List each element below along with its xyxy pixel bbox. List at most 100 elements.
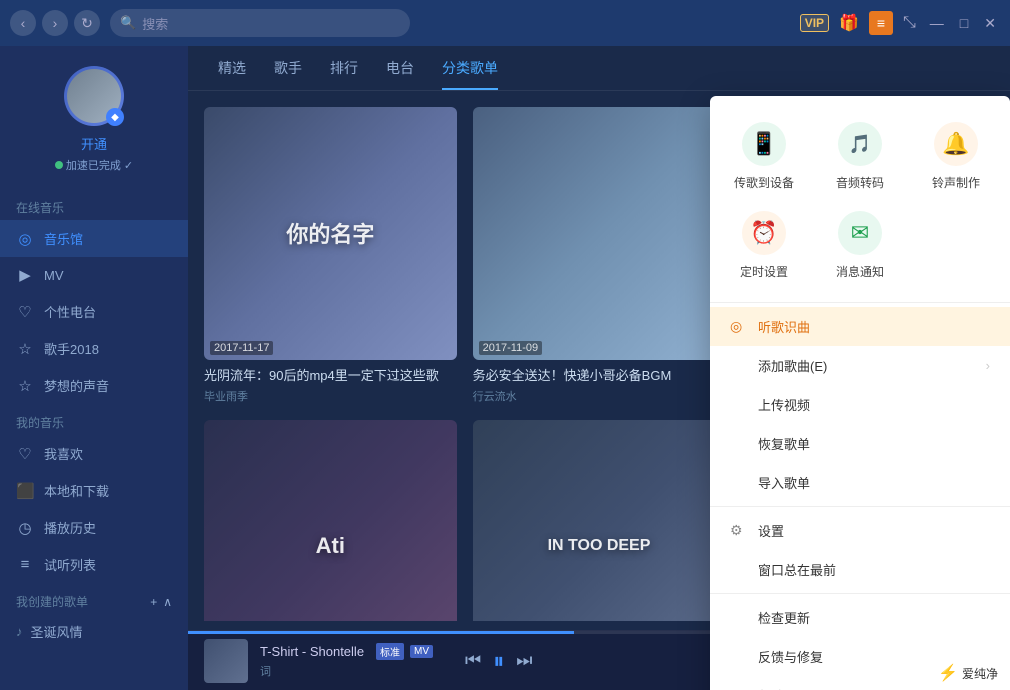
nav-forward[interactable]: ›	[42, 10, 68, 36]
sidebar-item-local-download[interactable]: ⬛ 本地和下载	[0, 472, 188, 509]
user-profile: ◆ 开通 加速已完成 ✓	[0, 46, 188, 189]
playlist-item-label: 圣诞风情	[31, 622, 83, 641]
message-label: 消息通知	[836, 263, 884, 280]
sidebar-item-label: 我喜欢	[44, 444, 83, 463]
music-box-icon: ◎	[16, 230, 34, 248]
minimize-button[interactable]: —	[926, 15, 948, 31]
menu-item-window-top[interactable]: 窗口总在最前	[710, 550, 1010, 589]
content-area: 精选 歌手 排行 电台 分类歌单 你的名字 2017-11-17 光阴流年：90…	[188, 46, 1010, 690]
audio-convert-icon-circle: 🎵	[838, 122, 882, 166]
menu-item-label: 检查更新	[758, 608, 810, 627]
menu-item-add-song[interactable]: 添加歌曲(E) ›	[710, 346, 1010, 385]
close-button[interactable]: ✕	[980, 15, 1000, 32]
nav-back[interactable]: ‹	[10, 10, 36, 36]
playlist-item-christmas[interactable]: ♪ 圣诞风情	[0, 614, 188, 649]
tab-singer[interactable]: 歌手	[274, 58, 302, 90]
prev-button[interactable]: ⏮	[465, 650, 481, 671]
mv-icon: ▶	[16, 266, 34, 284]
card-date: 2017-11-09	[479, 341, 542, 355]
menu-item-label: 帮助(H)	[758, 686, 802, 690]
search-placeholder: 搜索	[142, 14, 168, 33]
my-music-label: 我的音乐	[0, 404, 188, 435]
menu-item-import-list[interactable]: 导入歌单	[710, 463, 1010, 502]
card-date: 2017-11-17	[210, 341, 273, 355]
vip-diamond-icon: ◆	[106, 108, 124, 126]
menu-icon-ringtone[interactable]: 🔔 铃声制作	[912, 116, 1000, 197]
window-controls: — □ ✕	[926, 15, 1000, 32]
menu-item-listen-identify[interactable]: ◎ 听歌识曲	[710, 307, 1010, 346]
ringtone-label: 铃声制作	[932, 174, 980, 191]
pause-button[interactable]: ⏸	[493, 648, 504, 674]
dream-icon: ☆	[16, 377, 34, 395]
card-2[interactable]: 2017-11-09 务必安全送达！快递小哥必备BGM 行云流水	[473, 107, 726, 404]
next-button[interactable]: ⏭	[516, 650, 532, 671]
menu-icon-timer[interactable]: ⏰ 定时设置	[720, 205, 808, 286]
transfer-label: 传歌到设备	[734, 174, 794, 191]
menu-button[interactable]: ≡	[869, 11, 893, 35]
tab-featured[interactable]: 精选	[218, 58, 246, 90]
menu-item-label: 导入歌单	[758, 473, 810, 492]
download-icon: ⬛	[16, 482, 34, 500]
timer-label: 定时设置	[740, 263, 788, 280]
shrink-icon[interactable]: ⤡	[903, 14, 916, 32]
menu-icon-transfer[interactable]: 📱 传歌到设备	[720, 116, 808, 197]
card-thumbnail: 你的名字 2017-11-17	[204, 107, 457, 360]
sidebar-item-mv[interactable]: ▶ MV	[0, 257, 188, 293]
menu-items: ◎ 听歌识曲 添加歌曲(E) › 上传视频 恢复歌单	[710, 303, 1010, 690]
tab-nav: 精选 歌手 排行 电台 分类歌单	[188, 46, 1010, 91]
sidebar-item-label: 播放历史	[44, 518, 96, 537]
list-icon: ≡	[16, 556, 34, 573]
card-title: 光阴流年：90后的mp4里一定下过这些歌	[204, 367, 457, 385]
progress-fill	[188, 631, 574, 634]
card-5[interactable]: IN TOO DEEP 2017-12-07 Armada Tech | 穿梭于…	[473, 420, 726, 621]
menu-item-check-update[interactable]: 检查更新	[710, 598, 1010, 637]
menu-item-settings[interactable]: ⚙ 设置	[710, 511, 1010, 550]
status-dot	[55, 161, 63, 169]
ringtone-icon-circle: 🔔	[934, 122, 978, 166]
gift-icon[interactable]: 🎁	[839, 13, 859, 33]
title-bar: ‹ › ↻ 🔍 搜索 VIP 🎁 ≡ ⤡ — □ ✕	[0, 0, 1010, 46]
avatar[interactable]: ◆	[64, 66, 124, 126]
sidebar-item-play-history[interactable]: ◷ 播放历史	[0, 509, 188, 546]
card-1[interactable]: 你的名字 2017-11-17 光阴流年：90后的mp4里一定下过这些歌 毕业雨…	[204, 107, 457, 404]
online-music-label: 在线音乐	[0, 189, 188, 220]
status-text: 加速已完成	[66, 157, 121, 173]
card-thumb-bg: 你的名字	[204, 107, 457, 360]
menu-divider	[710, 506, 1010, 507]
timer-icon-circle: ⏰	[742, 211, 786, 255]
maximize-button[interactable]: □	[956, 15, 972, 31]
menu-item-label: 设置	[758, 521, 784, 540]
menu-item-label: 听歌识曲	[758, 317, 810, 336]
collapse-playlist-button[interactable]: ∧	[163, 595, 172, 609]
tab-category[interactable]: 分类歌单	[442, 58, 498, 90]
sidebar-item-trial-list[interactable]: ≡ 试听列表	[0, 546, 188, 583]
card-thumbnail: Ati 2017-12-08	[204, 420, 457, 621]
sidebar: ◆ 开通 加速已完成 ✓ 在线音乐 ◎ 音乐馆 ▶ MV ♡ 个性电台 ☆ 歌手…	[0, 46, 188, 690]
menu-item-upload-video[interactable]: 上传视频	[710, 385, 1010, 424]
sidebar-item-dream-sound[interactable]: ☆ 梦想的声音	[0, 367, 188, 404]
sidebar-item-music-box[interactable]: ◎ 音乐馆	[0, 220, 188, 257]
tab-chart[interactable]: 排行	[330, 58, 358, 90]
vip-badge[interactable]: VIP	[800, 14, 829, 32]
lyric-btn[interactable]: 词	[260, 663, 433, 679]
singer-icon: ☆	[16, 340, 34, 358]
menu-item-label: 添加歌曲(E)	[758, 356, 827, 375]
sidebar-item-favorites[interactable]: ♡ 我喜欢	[0, 435, 188, 472]
watermark: ⚡ 爱纯净	[930, 660, 1006, 686]
nav-refresh[interactable]: ↻	[74, 10, 100, 36]
sidebar-item-singer-2018[interactable]: ☆ 歌手2018	[0, 330, 188, 367]
search-bar[interactable]: 🔍 搜索	[110, 9, 410, 37]
tab-radio[interactable]: 电台	[386, 58, 414, 90]
card-overlay-text	[473, 107, 726, 360]
menu-item-restore-list[interactable]: 恢复歌单	[710, 424, 1010, 463]
sidebar-item-label: 歌手2018	[44, 339, 99, 358]
menu-item-label: 窗口总在最前	[758, 560, 836, 579]
sidebar-item-personal-radio[interactable]: ♡ 个性电台	[0, 293, 188, 330]
menu-icon-audio-convert[interactable]: 🎵 音频转码	[816, 116, 904, 197]
card-4[interactable]: Ati 2017-12-08 文化碰撞 | 当西洋乐器遇上民族乐器 秋水浮萍任飘…	[204, 420, 457, 621]
menu-top-icons: 📱 传歌到设备 🎵 音频转码 🔔 铃声制作 ⏰ 定时设置 ✉ 消息通知	[710, 96, 1010, 303]
add-playlist-button[interactable]: +	[150, 595, 157, 609]
card-thumbnail: IN TOO DEEP 2017-12-07	[473, 420, 726, 621]
menu-icon-message[interactable]: ✉ 消息通知	[816, 205, 904, 286]
user-name[interactable]: 开通	[81, 134, 107, 153]
